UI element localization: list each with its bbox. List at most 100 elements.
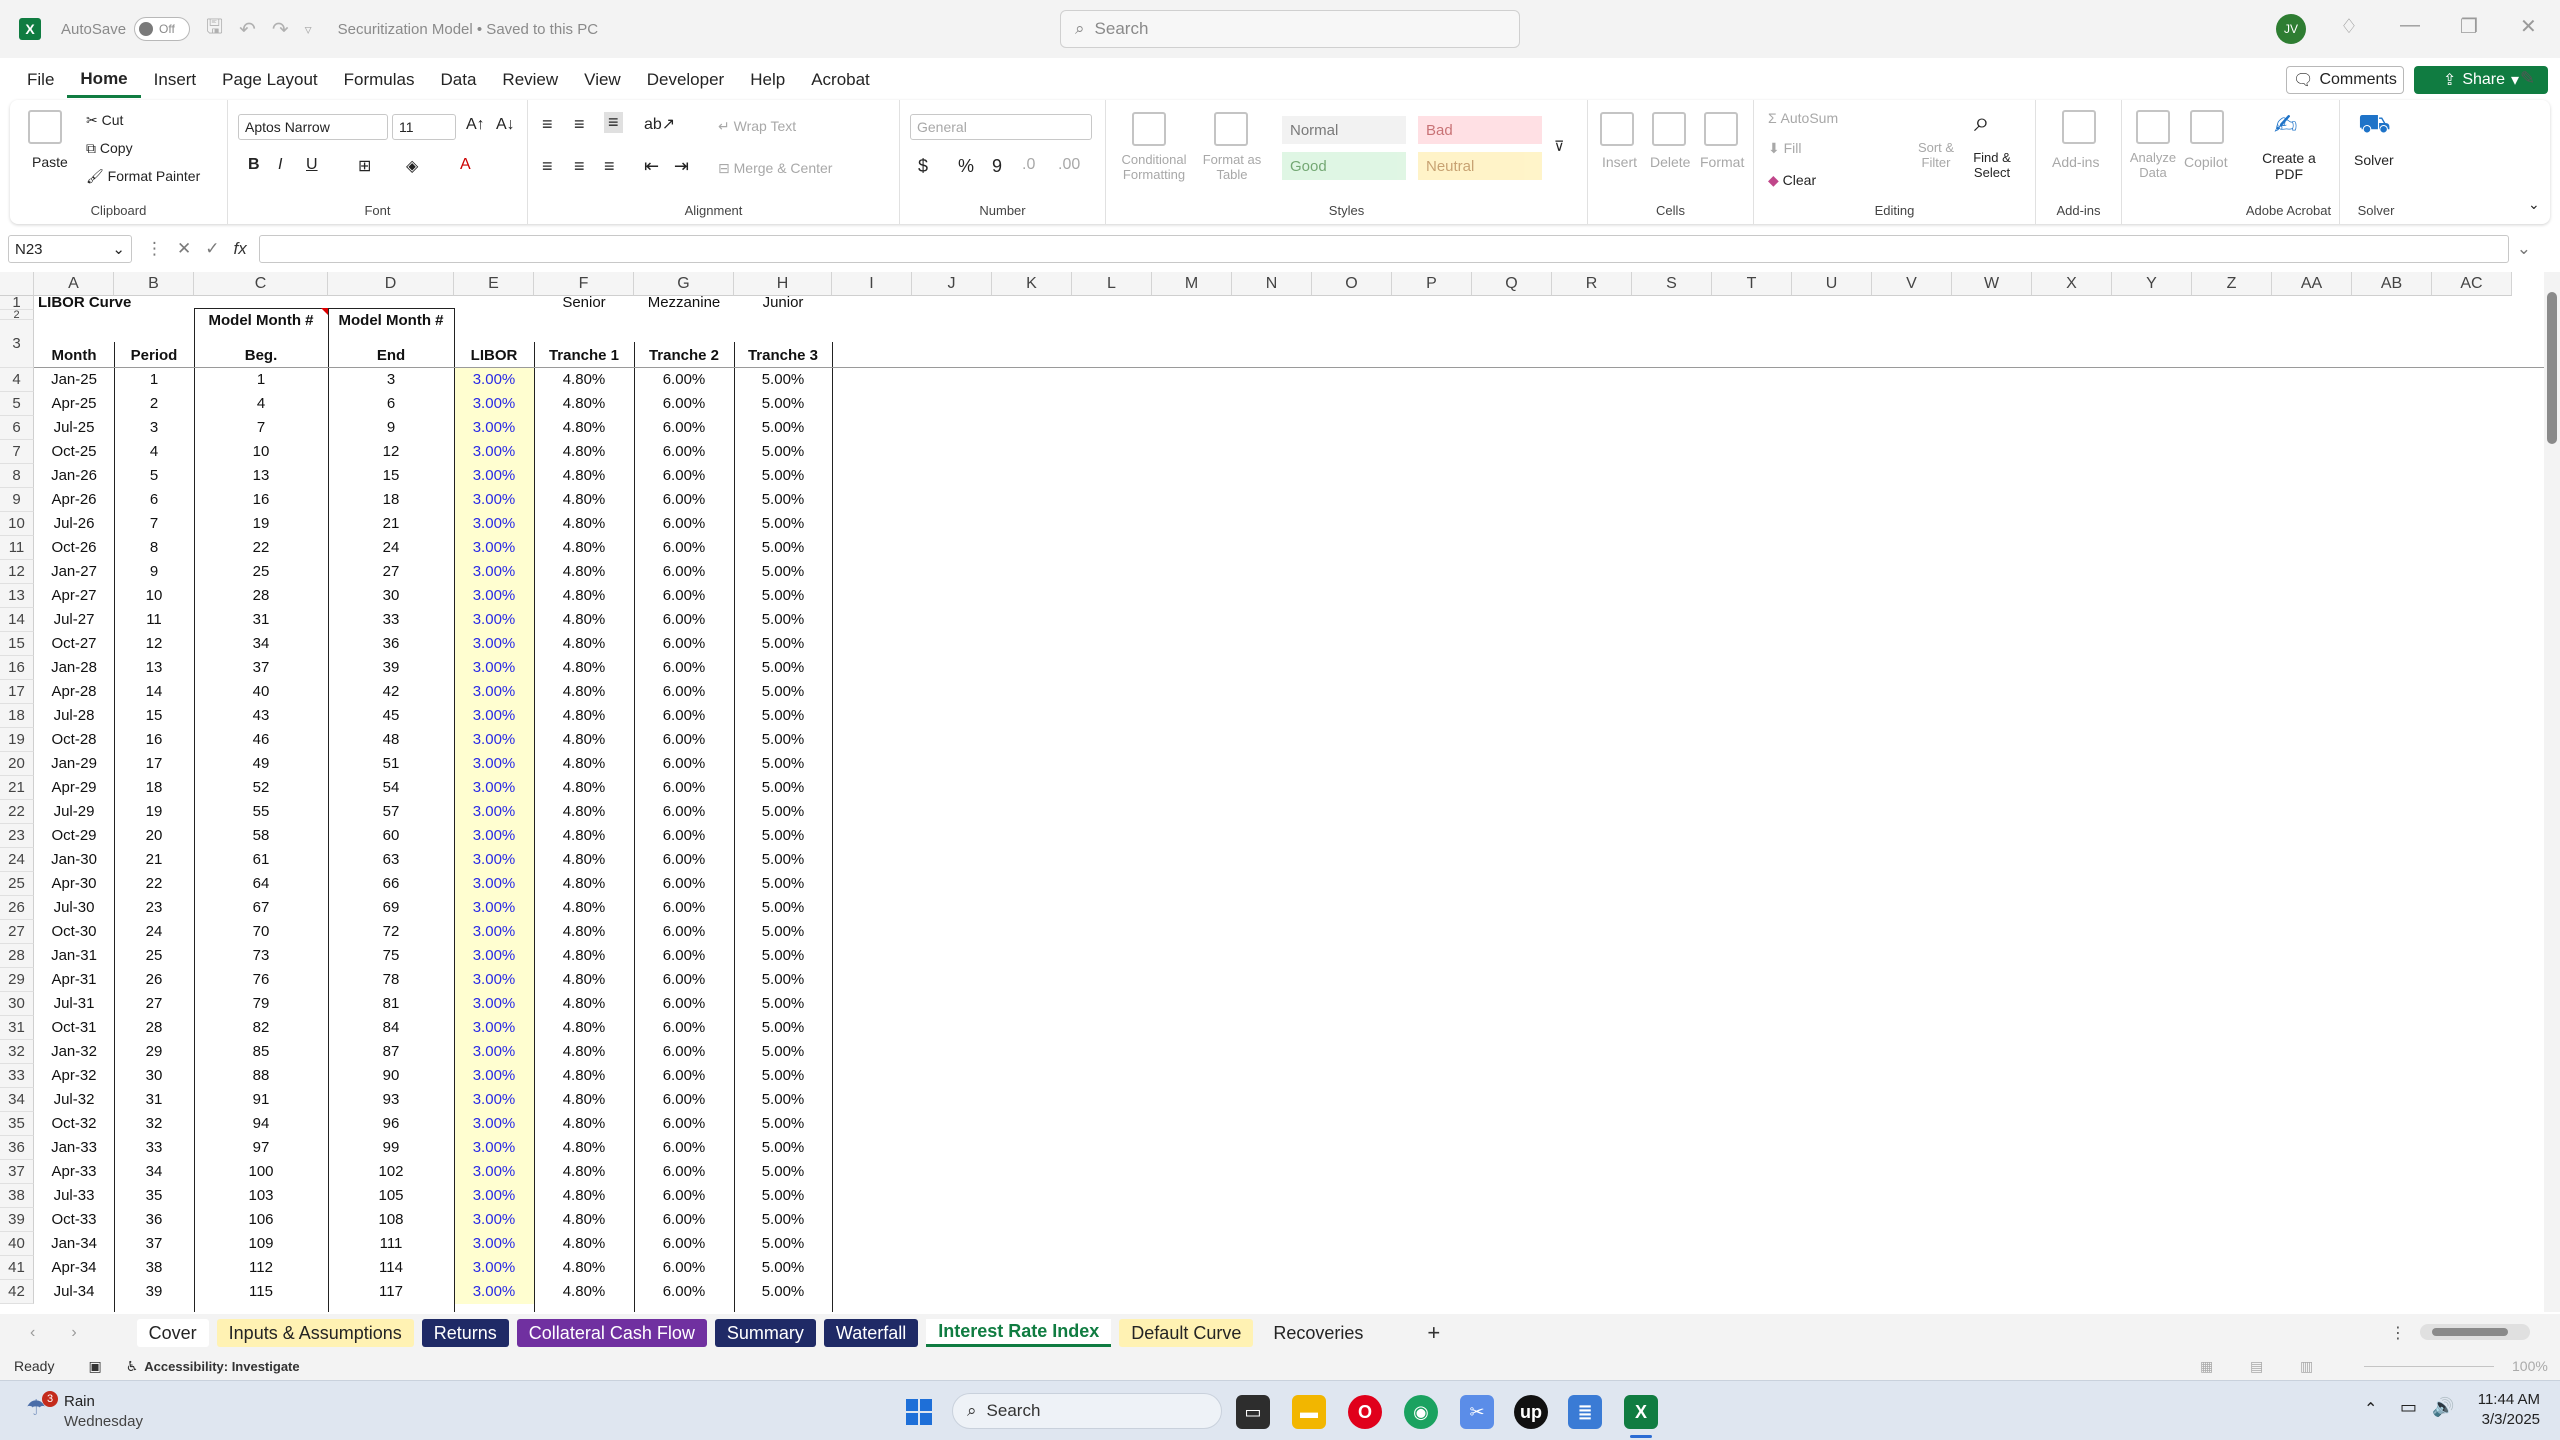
- table-cell[interactable]: 5.00%: [734, 896, 832, 920]
- table-cell[interactable]: 4.80%: [534, 368, 634, 392]
- table-cell[interactable]: 4.80%: [534, 1016, 634, 1040]
- fill-color-icon[interactable]: ◈: [406, 156, 418, 176]
- table-cell[interactable]: Apr-25: [34, 392, 114, 416]
- format-cells-icon[interactable]: [1704, 112, 1738, 146]
- select-all-corner[interactable]: [0, 272, 34, 296]
- table-cell[interactable]: 84: [328, 1016, 454, 1040]
- header-end-line2[interactable]: End: [328, 344, 454, 368]
- table-cell[interactable]: 5.00%: [734, 944, 832, 968]
- header-tranche-1[interactable]: Tranche 1: [534, 344, 634, 368]
- table-cell[interactable]: 4.80%: [534, 1040, 634, 1064]
- table-cell[interactable]: 1: [114, 368, 194, 392]
- menu-formulas[interactable]: Formulas: [331, 62, 428, 98]
- row-header[interactable]: 2: [0, 310, 34, 321]
- row-header[interactable]: 8: [0, 464, 34, 488]
- table-cell[interactable]: Apr-31: [34, 968, 114, 992]
- table-cell[interactable]: 4.80%: [534, 968, 634, 992]
- table-cell[interactable]: 23: [114, 896, 194, 920]
- percent-icon[interactable]: %: [958, 156, 974, 177]
- table-cell[interactable]: 6.00%: [634, 440, 734, 464]
- table-cell[interactable]: 4.80%: [534, 656, 634, 680]
- table-cell[interactable]: 36: [328, 632, 454, 656]
- styles-more-icon[interactable]: ⊽: [1554, 138, 1564, 155]
- table-cell[interactable]: 4.80%: [534, 776, 634, 800]
- copilot-ribbon-icon[interactable]: [2190, 110, 2224, 144]
- table-cell[interactable]: 3.00%: [454, 1088, 534, 1112]
- table-cell[interactable]: 3.00%: [454, 1112, 534, 1136]
- solver-button[interactable]: Solver: [2354, 152, 2394, 168]
- table-cell[interactable]: 6.00%: [634, 1160, 734, 1184]
- table-cell[interactable]: 96: [328, 1112, 454, 1136]
- row-header[interactable]: 15: [0, 632, 34, 656]
- column-header[interactable]: X: [2032, 272, 2112, 296]
- save-icon[interactable]: 🖫: [206, 12, 223, 46]
- table-cell[interactable]: 24: [328, 536, 454, 560]
- redo-icon[interactable]: ↷: [272, 17, 289, 42]
- table-cell[interactable]: Apr-26: [34, 488, 114, 512]
- table-cell[interactable]: 5.00%: [734, 1112, 832, 1136]
- table-cell[interactable]: 6.00%: [634, 1232, 734, 1256]
- restore-icon[interactable]: ❐: [2460, 14, 2478, 39]
- column-header[interactable]: C: [194, 272, 328, 296]
- table-cell[interactable]: Jul-25: [34, 416, 114, 440]
- header-end-line1[interactable]: Model Month #: [328, 308, 454, 334]
- table-cell[interactable]: 11: [114, 608, 194, 632]
- table-cell[interactable]: Jan-27: [34, 560, 114, 584]
- table-cell[interactable]: 51: [328, 752, 454, 776]
- italic-button[interactable]: I: [278, 156, 282, 174]
- table-cell[interactable]: 3.00%: [454, 464, 534, 488]
- table-cell[interactable]: Jan-32: [34, 1040, 114, 1064]
- page-break-icon[interactable]: ▥: [2300, 1358, 2313, 1375]
- macro-record-icon[interactable]: ▣: [88, 1358, 101, 1375]
- column-header[interactable]: AB: [2352, 272, 2432, 296]
- table-cell[interactable]: 4.80%: [534, 608, 634, 632]
- bold-button[interactable]: B: [248, 156, 260, 174]
- row-header[interactable]: 41: [0, 1256, 34, 1280]
- formula-input[interactable]: [258, 235, 2509, 263]
- table-cell[interactable]: 5.00%: [734, 704, 832, 728]
- table-cell[interactable]: 85: [194, 1040, 328, 1064]
- table-cell[interactable]: 5.00%: [734, 1160, 832, 1184]
- insert-button[interactable]: Insert: [1602, 154, 1637, 170]
- header-libor[interactable]: LIBOR: [454, 344, 534, 368]
- table-cell[interactable]: 108: [328, 1208, 454, 1232]
- table-cell[interactable]: 3.00%: [454, 392, 534, 416]
- row-header[interactable]: 32: [0, 1040, 34, 1064]
- table-cell[interactable]: 6.00%: [634, 512, 734, 536]
- sheet-tab-inputs-assumptions[interactable]: Inputs & Assumptions: [216, 1319, 414, 1347]
- table-cell[interactable]: 6.00%: [634, 680, 734, 704]
- table-cell[interactable]: Apr-30: [34, 872, 114, 896]
- table-cell[interactable]: 6.00%: [634, 1088, 734, 1112]
- table-cell[interactable]: 3.00%: [454, 560, 534, 584]
- table-cell[interactable]: 6.00%: [634, 416, 734, 440]
- borders-icon[interactable]: ⊞: [358, 156, 371, 176]
- table-cell[interactable]: 5.00%: [734, 464, 832, 488]
- table-cell[interactable]: 32: [114, 1112, 194, 1136]
- table-cell[interactable]: 33: [328, 608, 454, 632]
- table-cell[interactable]: 6.00%: [634, 656, 734, 680]
- row-header[interactable]: 42: [0, 1280, 34, 1304]
- table-cell[interactable]: 70: [194, 920, 328, 944]
- table-cell[interactable]: 3.00%: [454, 872, 534, 896]
- row-header[interactable]: 11: [0, 536, 34, 560]
- table-cell[interactable]: 6: [114, 488, 194, 512]
- table-cell[interactable]: 46: [194, 728, 328, 752]
- table-cell[interactable]: 6.00%: [634, 488, 734, 512]
- currency-icon[interactable]: $: [918, 156, 928, 177]
- table-cell[interactable]: 60: [328, 824, 454, 848]
- table-cell[interactable]: 6.00%: [634, 536, 734, 560]
- table-cell[interactable]: 5.00%: [734, 1256, 832, 1280]
- snipping-tool-icon[interactable]: ✂: [1460, 1395, 1494, 1429]
- table-cell[interactable]: 5.00%: [734, 680, 832, 704]
- table-cell[interactable]: 102: [328, 1160, 454, 1184]
- column-header[interactable]: AA: [2272, 272, 2352, 296]
- row-header[interactable]: 6: [0, 416, 34, 440]
- table-cell[interactable]: 6.00%: [634, 464, 734, 488]
- table-cell[interactable]: Jul-28: [34, 704, 114, 728]
- table-cell[interactable]: 6.00%: [634, 728, 734, 752]
- table-cell[interactable]: 78: [328, 968, 454, 992]
- table-cell[interactable]: 4.80%: [534, 704, 634, 728]
- format-as-table-button[interactable]: Format as Table: [1202, 152, 1262, 182]
- table-cell[interactable]: 5.00%: [734, 632, 832, 656]
- chrome-icon[interactable]: ◉: [1404, 1395, 1438, 1429]
